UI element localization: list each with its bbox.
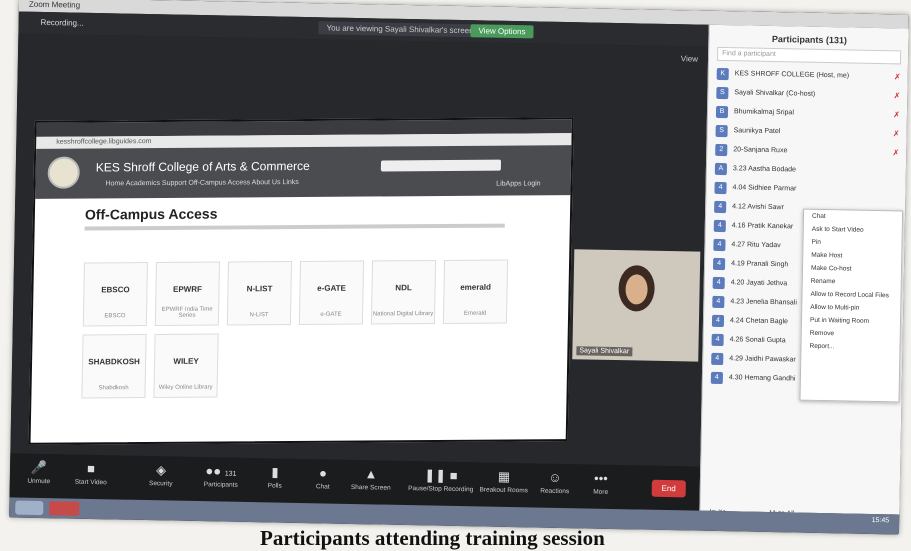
bar-chart-icon: ▮ <box>271 464 279 480</box>
avatar: 4 <box>712 276 725 290</box>
muted-mic-icon: ✗ <box>893 110 901 120</box>
site-login-link[interactable]: LibApps Login <box>496 180 541 187</box>
polls-button[interactable]: ▮ Polls <box>250 464 300 490</box>
avatar: 4 <box>711 352 724 366</box>
smiley-icon: ☺ <box>548 469 562 486</box>
presenter-video[interactable]: Sayali Shivalkar <box>572 249 701 362</box>
resource-tile[interactable]: e-GATE e-GATE <box>298 260 365 325</box>
share-screen-button[interactable]: ▲ Share Screen <box>346 466 396 492</box>
avatar: 4 <box>713 219 726 233</box>
microphone-icon: 🎤 <box>30 459 48 476</box>
avatar: S <box>715 124 728 138</box>
avatar: 4 <box>710 371 724 385</box>
resource-tiles: EBSCO EBSCO EPWRF EPWRF India Time Series … <box>81 259 514 399</box>
participants-button[interactable]: ●● 131 Participants <box>196 463 246 489</box>
avatar: A <box>714 162 728 176</box>
participant-context-menu: Chat Ask to Start Video Pin Make Host Ma… <box>799 208 904 403</box>
college-logo <box>47 156 81 189</box>
site-search-input[interactable] <box>380 159 502 172</box>
start-button[interactable] <box>15 500 44 516</box>
meeting-stage: View kesshroffcollege.libguides.com KES … <box>10 33 709 467</box>
resource-tile[interactable]: EPWRF EPWRF India Time Series <box>154 261 221 326</box>
recording-indicator[interactable]: Recording... <box>41 18 84 28</box>
resource-tile[interactable]: EBSCO EBSCO <box>82 262 149 327</box>
college-name: KES Shroff College of Arts & Commerce <box>95 158 310 175</box>
avatar: 4 <box>711 314 725 328</box>
pause-stop-icon: ❚❚ ■ <box>424 467 458 484</box>
chat-button[interactable]: ● Chat <box>298 465 348 491</box>
presenter-name: Sayali Shivalkar <box>576 346 633 357</box>
resource-tile[interactable]: NDL National Digital Library <box>370 260 437 325</box>
grid-icon: ▦ <box>497 468 511 485</box>
start-video-button[interactable]: ■ Start Video <box>66 460 116 486</box>
avatar: 2 <box>715 143 728 157</box>
avatar: 4 <box>714 181 727 195</box>
resource-tile[interactable]: N-LIST N-LIST <box>226 261 293 326</box>
end-meeting-button[interactable]: End <box>651 479 686 498</box>
muted-mic-icon: ✗ <box>893 72 901 82</box>
recording-control-button[interactable]: ❚❚ ■ Pause/Stop Recording <box>406 467 476 493</box>
page-description <box>84 223 505 231</box>
avatar: B <box>715 105 729 119</box>
avatar: 4 <box>713 238 726 252</box>
site-nav[interactable]: Home Academics Support Off-Campus Access… <box>105 179 298 187</box>
site-header: KES Shroff College of Arts & Commerce Ho… <box>35 145 572 199</box>
muted-mic-icon: ✗ <box>892 148 900 158</box>
view-options-button[interactable]: View Options <box>470 24 534 39</box>
security-button[interactable]: ◈ Security <box>136 462 186 488</box>
avatar: 4 <box>711 333 724 347</box>
more-button[interactable]: ••• More <box>576 470 626 496</box>
photo-caption: Participants attending training session <box>260 526 605 550</box>
shield-icon: ◈ <box>155 462 167 478</box>
people-icon: ●● 131 <box>205 463 237 479</box>
screen-share-notice: You are viewing Sayali Shivalkar's scree… <box>318 21 482 38</box>
breakout-rooms-button[interactable]: ▦ Breakout Rooms <box>476 468 532 495</box>
resource-tile[interactable]: WILEY Wiley Online Library <box>153 333 219 398</box>
page-title: Off-Campus Access <box>84 205 218 223</box>
unmute-button[interactable]: 🎤 Unmute <box>14 459 64 485</box>
resource-tile[interactable]: SHABDKOSH Shabdkosh <box>81 334 147 399</box>
menu-item[interactable]: Report... <box>801 340 899 355</box>
share-screen-icon: ▲ <box>364 466 378 482</box>
view-button[interactable]: View <box>681 54 698 63</box>
more-dots-icon: ••• <box>593 470 608 486</box>
system-clock: 15:45 <box>871 516 890 525</box>
photo-of-screen: Zoom Meeting Recording... You are viewin… <box>9 0 909 535</box>
participant-search-input[interactable]: Find a participant <box>716 46 902 65</box>
muted-mic-icon: ✗ <box>892 129 900 139</box>
taskbar-app[interactable] <box>49 501 80 516</box>
avatar: K <box>716 67 729 81</box>
avatar: 4 <box>712 257 726 271</box>
avatar: 4 <box>714 200 727 214</box>
video-camera-icon: ■ <box>86 460 96 477</box>
chat-bubble-icon: ● <box>318 465 328 481</box>
reactions-button[interactable]: ☺ Reactions <box>530 469 580 495</box>
muted-mic-icon: ✗ <box>893 91 901 101</box>
shared-screen: kesshroffcollege.libguides.com KES Shrof… <box>28 117 574 445</box>
resource-tile[interactable]: emerald Emerald <box>442 259 509 324</box>
avatar: S <box>716 86 729 100</box>
avatar: 4 <box>712 295 725 309</box>
